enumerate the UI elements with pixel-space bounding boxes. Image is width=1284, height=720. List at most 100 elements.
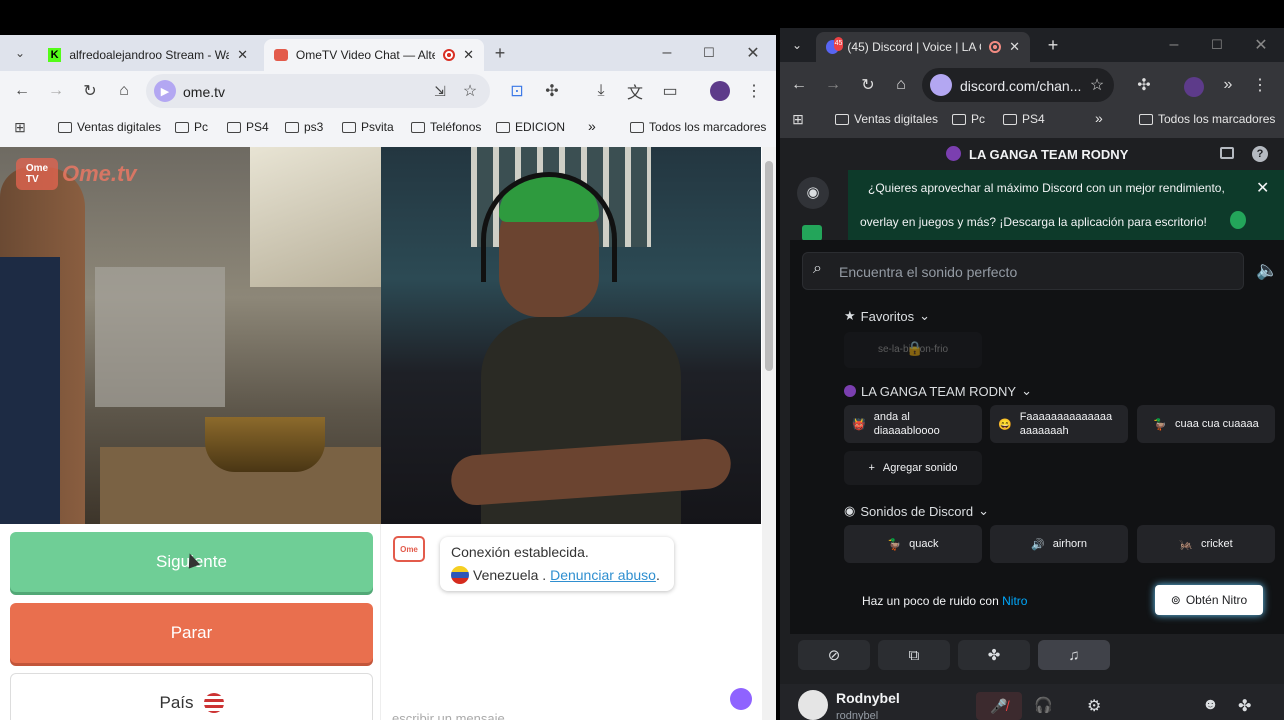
activities-button[interactable]: ✤	[958, 640, 1030, 670]
apps-icon[interactable]: ✤	[1238, 696, 1251, 716]
get-nitro-button[interactable]: ⊚ Obtén Nitro	[1155, 585, 1263, 615]
close-icon[interactable]: ✕	[1009, 39, 1020, 55]
stop-button[interactable]: Parar	[10, 603, 373, 663]
bookmark-ventas[interactable]: Ventas digitales	[58, 120, 161, 134]
headset-icon[interactable]: 🎧	[1034, 696, 1053, 714]
forward-icon[interactable]: →	[44, 79, 68, 103]
home-icon[interactable]: ⌂	[112, 79, 136, 103]
emoji-icon[interactable]: ☻	[1202, 696, 1219, 714]
server-sounds-header[interactable]: LA GANGA TEAM RODNY ⌄	[844, 383, 1032, 399]
nitro-icon: ⊚	[1170, 593, 1181, 607]
favorites-header[interactable]: ★ Favoritos ⌄	[844, 308, 930, 324]
menu-icon[interactable]: ⋮	[1248, 73, 1272, 97]
scrollbar-thumb[interactable]	[765, 161, 773, 371]
inbox-icon[interactable]	[1220, 147, 1234, 159]
tab-strip: ⌄ 45 (45) Discord | Voice | LA GA ✕ + – …	[780, 28, 1284, 62]
tab-search-icon[interactable]: ⌄	[8, 41, 32, 65]
menu-icon[interactable]: ⋮	[742, 79, 766, 103]
all-bookmarks[interactable]: Todos los marcadores	[1139, 112, 1275, 126]
reload-icon[interactable]: ↻	[856, 73, 880, 97]
sound-anda-al-diablo[interactable]: 👹 anda al diaaaabloooo	[844, 405, 982, 443]
bookmark-star-icon[interactable]: ☆	[458, 79, 482, 103]
bookmark-ps4[interactable]: PS4	[1003, 112, 1045, 126]
back-icon[interactable]: ←	[787, 73, 811, 97]
country-button[interactable]: País	[10, 673, 373, 720]
apple-icon	[1230, 211, 1246, 229]
bookmark-pc[interactable]: Pc	[175, 120, 208, 134]
new-tab-icon[interactable]: +	[1041, 33, 1065, 57]
extension-bubble-icon[interactable]	[730, 688, 752, 710]
sound-cricket[interactable]: 🦗 cricket	[1137, 525, 1275, 563]
message-input[interactable]: escribir un mensaje	[382, 707, 752, 720]
bookmark-psvita[interactable]: Psvita	[342, 120, 394, 134]
soundboard-button[interactable]: ♫	[1038, 640, 1110, 670]
close-window-icon[interactable]: ✕	[741, 41, 765, 65]
more-extensions-icon[interactable]: »	[1216, 73, 1240, 97]
minimize-icon[interactable]: –	[655, 41, 679, 65]
bookmark-telefonos[interactable]: Teléfonos	[411, 120, 481, 134]
home-icon[interactable]: ⌂	[889, 73, 913, 97]
add-sound-button[interactable]: + Agregar sonido	[844, 451, 982, 485]
camera-off-button[interactable]: ⊘	[798, 640, 870, 670]
bookmark-star-icon[interactable]: ☆	[1085, 73, 1109, 97]
bookmarks-more-icon[interactable]: »	[1095, 110, 1103, 126]
minimize-icon[interactable]: –	[1162, 33, 1186, 57]
username: Rodnybel	[836, 690, 900, 706]
bookmark-ps3[interactable]: ps3	[285, 120, 323, 134]
download-icon[interactable]: ⤓	[589, 79, 613, 103]
sound-cuaa-cua[interactable]: 🦆 cuaa cua cuaaaa	[1137, 405, 1275, 443]
sound-faaah[interactable]: 😄 Faaaaaaaaaaaaaaaaaaaaah	[990, 405, 1128, 443]
close-icon[interactable]: ✕	[237, 47, 248, 63]
forward-icon[interactable]: →	[821, 73, 845, 97]
install-app-icon[interactable]: ⇲	[428, 79, 452, 103]
sound-airhorn[interactable]: 🔊 airhorn	[990, 525, 1128, 563]
translate-icon[interactable]: ⊡	[505, 79, 529, 103]
apps-icon[interactable]: ⊞	[786, 107, 810, 131]
bookmark-ps4[interactable]: PS4	[227, 120, 269, 134]
tab-label: (45) Discord | Voice | LA GA	[847, 40, 981, 54]
discord-home-icon[interactable]: ◉	[797, 177, 829, 209]
bookmark-ventas[interactable]: Ventas digitales	[835, 112, 938, 126]
reload-icon[interactable]: ↻	[78, 79, 102, 103]
tab-ometv[interactable]: OmeTV Video Chat — Alter ✕	[264, 39, 484, 71]
tab-discord[interactable]: 45 (45) Discord | Voice | LA GA ✕	[816, 32, 1030, 62]
settings-gear-icon[interactable]: ⚙	[1087, 696, 1101, 716]
discord-sounds-header[interactable]: ◉ Sonidos de Discord ⌄	[844, 503, 989, 519]
site-icon: ▶	[154, 80, 176, 102]
screen-share-button[interactable]: ⧉	[878, 640, 950, 670]
maximize-icon[interactable]: ☐	[1205, 33, 1229, 57]
volume-icon[interactable]: 🔈	[1256, 260, 1278, 281]
sound-search-box[interactable]: ⌕ Encuentra el sonido perfecto	[802, 252, 1244, 290]
help-icon[interactable]: ?	[1252, 146, 1268, 162]
maximize-icon[interactable]: ☐	[697, 41, 721, 65]
close-window-icon[interactable]: ✕	[1249, 33, 1273, 57]
tab-search-icon[interactable]: ⌄	[785, 33, 809, 57]
profile-avatar[interactable]	[710, 81, 730, 101]
all-bookmarks[interactable]: Todos los marcadores	[630, 120, 766, 134]
extensions-icon[interactable]: ✣	[540, 79, 564, 103]
avatar[interactable]	[798, 690, 828, 720]
close-banner-icon[interactable]: ✕	[1256, 178, 1269, 198]
back-icon[interactable]: ←	[10, 79, 34, 103]
translate-page-icon[interactable]: 文	[623, 79, 647, 103]
user-panel: Rodnybel rodnybel 🎤̸ 🎧 ⚙ ☻ ✤	[780, 684, 1284, 720]
nitro-upsell: Haz un poco de ruido con Nitro ⊚ Obtén Ni…	[844, 578, 1284, 624]
bookmarks-more-icon[interactable]: »	[588, 118, 596, 134]
bookmark-edicion[interactable]: EDICION	[496, 120, 565, 134]
kitchen-window	[250, 147, 381, 287]
discord-favicon-icon: 45	[826, 37, 844, 54]
site-info-icon[interactable]	[930, 74, 952, 96]
apps-icon[interactable]: ⊞	[8, 115, 32, 139]
mute-button[interactable]: 🎤̸	[976, 692, 1022, 720]
tab-kick-stream[interactable]: K alfredoalejandroo Stream - Wat ✕	[38, 39, 258, 71]
cast-icon[interactable]: ▭	[658, 79, 682, 103]
scrollbar[interactable]	[762, 147, 776, 720]
report-abuse-link[interactable]: Denunciar abuso	[550, 567, 656, 583]
close-icon[interactable]: ✕	[463, 47, 474, 63]
sound-quack[interactable]: 🦆 quack	[844, 525, 982, 563]
bookmark-pc[interactable]: Pc	[952, 112, 985, 126]
green-server-icon[interactable]	[802, 225, 822, 241]
extensions-icon[interactable]: ✣	[1132, 73, 1156, 97]
profile-avatar[interactable]	[1184, 77, 1204, 97]
new-tab-icon[interactable]: +	[488, 41, 512, 65]
